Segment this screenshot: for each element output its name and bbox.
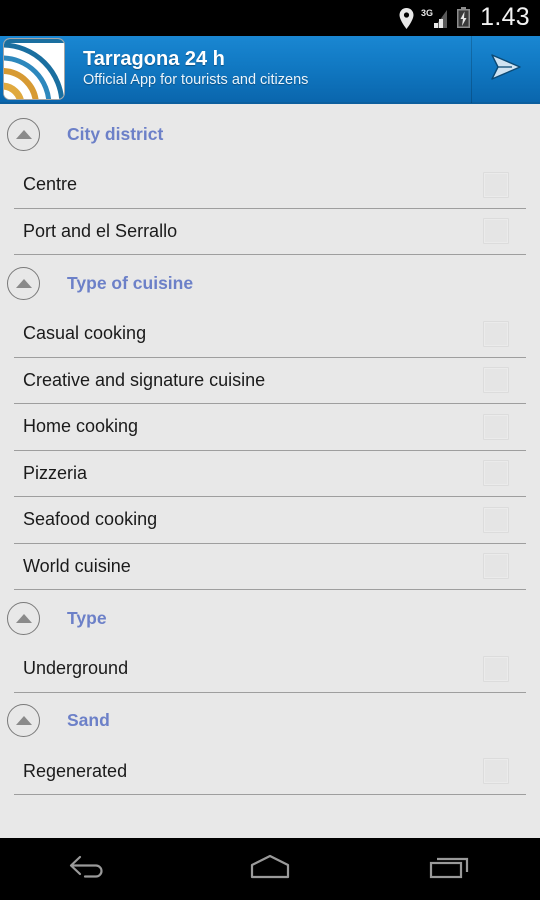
filter-list[interactable]: City district Centre Port and el Serrall… bbox=[0, 106, 540, 838]
recents-button[interactable] bbox=[360, 838, 540, 900]
home-button[interactable] bbox=[180, 838, 360, 900]
section-header-city-district[interactable]: City district bbox=[0, 106, 540, 162]
phone-screen: 3G 1.43 Tarragona 24 h Official App for … bbox=[0, 0, 540, 900]
section-title: Type bbox=[67, 607, 107, 628]
home-icon bbox=[244, 851, 296, 888]
list-item-label: Centre bbox=[23, 174, 78, 195]
triangle-up-icon[interactable] bbox=[7, 601, 40, 635]
list-item[interactable]: World cuisine bbox=[14, 544, 526, 590]
status-bar-clock: 1.43 bbox=[480, 2, 530, 31]
triangle-up-icon[interactable] bbox=[7, 266, 40, 300]
svg-text:3G: 3G bbox=[421, 8, 433, 18]
list-item[interactable]: Port and el Serrallo bbox=[14, 209, 526, 255]
list-item[interactable]: Casual cooking bbox=[14, 311, 526, 358]
app-title-block: Tarragona 24 h Official App for tourists… bbox=[65, 48, 471, 91]
list-item-label: Home cooking bbox=[23, 416, 139, 437]
checkbox[interactable] bbox=[483, 460, 509, 487]
list-item-label: Casual cooking bbox=[23, 323, 147, 344]
tarragona-app-icon[interactable] bbox=[3, 38, 65, 100]
list-item[interactable]: Seafood cooking bbox=[14, 497, 526, 544]
android-nav-bar bbox=[0, 838, 540, 900]
list-item-label: Port and el Serrallo bbox=[23, 220, 178, 241]
checkbox[interactable] bbox=[483, 553, 509, 580]
triangle-up-icon[interactable] bbox=[7, 117, 40, 151]
app-header: Tarragona 24 h Official App for tourists… bbox=[0, 35, 540, 104]
section-title: Type of cuisine bbox=[67, 272, 194, 293]
app-subtitle: Official App for tourists and citizens bbox=[83, 71, 309, 88]
checkbox[interactable] bbox=[483, 655, 509, 682]
checkbox[interactable] bbox=[483, 413, 509, 440]
checkbox[interactable] bbox=[483, 218, 509, 245]
list-item[interactable]: Regenerated bbox=[14, 749, 526, 795]
list-item[interactable]: Pizzeria bbox=[14, 451, 526, 497]
section-header-type-of-cuisine[interactable]: Type of cuisine bbox=[0, 255, 540, 311]
back-arrow-icon bbox=[66, 852, 114, 887]
location-pin-icon bbox=[399, 7, 414, 29]
send-icon bbox=[489, 52, 523, 87]
triangle-up-icon[interactable] bbox=[7, 704, 40, 737]
checkbox[interactable] bbox=[483, 171, 509, 198]
list-item-label: Regenerated bbox=[23, 760, 128, 781]
list-item[interactable]: Creative and signature cuisine bbox=[14, 358, 526, 404]
status-bar: 3G 1.43 bbox=[0, 0, 540, 36]
checkbox[interactable] bbox=[483, 367, 509, 394]
section-header-sand[interactable]: Sand bbox=[0, 693, 540, 749]
recents-icon bbox=[426, 851, 474, 888]
list-item[interactable]: Underground bbox=[14, 646, 526, 693]
list-item-label: Underground bbox=[23, 658, 129, 679]
list-item[interactable]: Home cooking bbox=[14, 404, 526, 451]
send-button[interactable] bbox=[472, 35, 540, 103]
checkbox[interactable] bbox=[483, 320, 509, 347]
signal-3g-icon: 3G bbox=[421, 7, 449, 29]
list-item-label: Pizzeria bbox=[23, 462, 88, 483]
list-item-label: World cuisine bbox=[23, 555, 131, 576]
section-title: City district bbox=[67, 123, 164, 144]
back-button[interactable] bbox=[0, 838, 180, 900]
list-item-label: Creative and signature cuisine bbox=[23, 369, 266, 390]
section-title: Sand bbox=[67, 710, 110, 730]
battery-charging-icon bbox=[456, 7, 471, 29]
checkbox[interactable] bbox=[483, 506, 509, 533]
section-header-type[interactable]: Type bbox=[0, 590, 540, 646]
app-title: Tarragona 24 h bbox=[83, 47, 225, 70]
checkbox[interactable] bbox=[483, 758, 509, 785]
list-item[interactable]: Centre bbox=[14, 162, 526, 209]
list-item-label: Seafood cooking bbox=[23, 509, 158, 530]
